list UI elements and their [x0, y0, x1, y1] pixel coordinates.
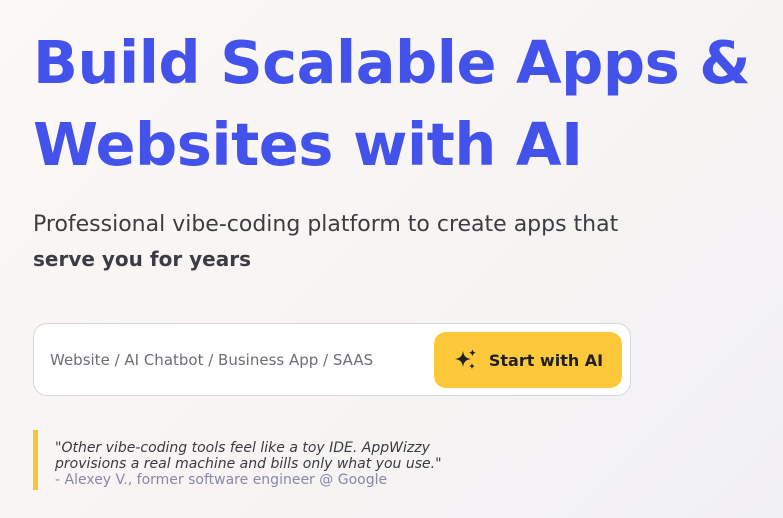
hero-title: Build Scalable Apps & Websites with AI [33, 22, 773, 186]
hero-subtitle-emphasis: serve you for years [33, 247, 252, 271]
testimonial-quote: "Other vibe-coding tools feel like a toy… [55, 440, 593, 472]
testimonial-quote-line-2: provisions a real machine and bills only… [55, 456, 442, 472]
start-with-ai-button[interactable]: Start with AI [434, 332, 622, 388]
start-with-ai-label: Start with AI [488, 350, 604, 370]
testimonial-quote-line-1: "Other vibe-coding tools feel like a toy… [55, 440, 430, 456]
testimonial: "Other vibe-coding tools feel like a toy… [33, 430, 593, 490]
prompt-input[interactable] [50, 346, 420, 374]
prompt-box: Start with AI [33, 323, 631, 396]
testimonial-attribution: - Alexey V., former software engineer @ … [55, 472, 388, 488]
hero-title-line-2: Websites with AI [33, 110, 583, 179]
hero-subtitle: Professional vibe-coding platform to cre… [33, 207, 733, 277]
sparkles-icon [453, 347, 479, 373]
hero-title-line-1: Build Scalable Apps & [33, 28, 751, 97]
hero-subtitle-line-1: Professional vibe-coding platform to cre… [33, 212, 619, 237]
